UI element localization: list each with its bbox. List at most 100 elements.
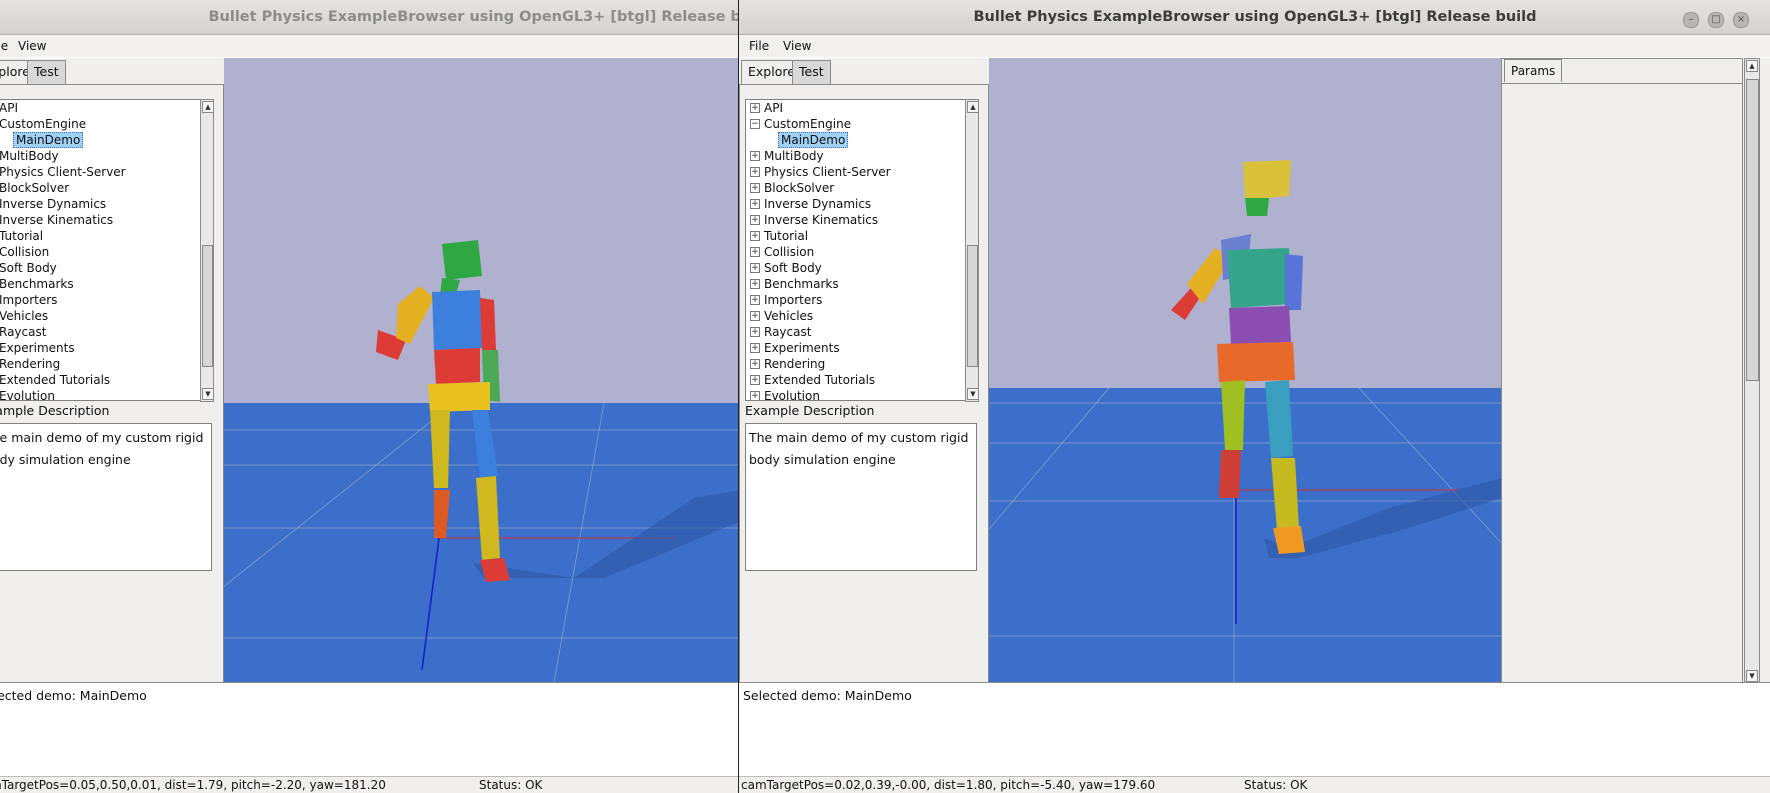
tree-item-label: Extended Tutorials (0, 373, 111, 387)
tree-item-raycast[interactable]: + Raycast (0, 324, 205, 340)
expand-icon[interactable]: + (750, 183, 760, 193)
expand-icon[interactable]: + (750, 391, 760, 400)
close-icon[interactable]: × (1733, 12, 1749, 28)
maximize-icon[interactable]: □ (1707, 12, 1724, 28)
tree-item-tutorial[interactable]: + Tutorial (0, 228, 205, 244)
tree-item-label: Tutorial (0, 229, 44, 243)
tree-item-collision[interactable]: + Collision (0, 244, 205, 260)
tree-item-inverse-dynamics[interactable]: + Inverse Dynamics (0, 196, 205, 212)
tree-item-label: MultiBody (0, 149, 59, 163)
tree-item-main-demo[interactable]: MainDemo (0, 132, 205, 148)
tree-item-block-solver[interactable]: + BlockSolver (746, 180, 970, 196)
tab-params[interactable]: Params (1504, 59, 1563, 82)
tree-item-multibody[interactable]: + MultiBody (0, 148, 205, 164)
tree-item-label: Rendering (0, 357, 61, 371)
expand-icon[interactable]: + (750, 151, 760, 161)
tree-scrollbar[interactable]: ▲ ▼ (200, 99, 214, 402)
tree-item-collision[interactable]: + Collision (746, 244, 970, 260)
scroll-thumb[interactable] (1746, 79, 1759, 381)
scroll-down-arrow-icon[interactable]: ▼ (967, 388, 979, 400)
scroll-down-arrow-icon[interactable]: ▼ (1746, 670, 1758, 682)
description-box: The main demo of my custom rigid body si… (0, 423, 212, 571)
tree-item-inverse-kinematics[interactable]: + Inverse Kinematics (0, 212, 205, 228)
scroll-up-arrow-icon[interactable]: ▲ (1746, 60, 1758, 72)
tree-item-experiments[interactable]: + Experiments (0, 340, 205, 356)
title-bar[interactable]: Bullet Physics ExampleBrowser using Open… (739, 0, 1770, 35)
tree-item-label: API (764, 101, 783, 115)
tree-item-extended-tutorials[interactable]: + Extended Tutorials (0, 372, 205, 388)
example-tree[interactable]: + API − CustomEngine MainDemo + MultiBod… (745, 99, 971, 401)
tree-item-experiments[interactable]: + Experiments (746, 340, 970, 356)
scroll-thumb[interactable] (967, 245, 978, 367)
tree-item-benchmarks[interactable]: + Benchmarks (0, 276, 205, 292)
tree-item-evolution[interactable]: + Evolution (0, 388, 205, 401)
tree-item-soft-body[interactable]: + Soft Body (746, 260, 970, 276)
tree-item-block-solver[interactable]: + BlockSolver (0, 180, 205, 196)
scroll-thumb[interactable] (202, 245, 213, 367)
tree-item-tutorial[interactable]: + Tutorial (746, 228, 970, 244)
expand-icon[interactable]: + (750, 375, 760, 385)
expand-icon[interactable]: + (750, 167, 760, 177)
tree-item-main-demo[interactable]: MainDemo (746, 132, 970, 148)
tree-item-extended-tutorials[interactable]: + Extended Tutorials (746, 372, 970, 388)
tree-scrollbar[interactable]: ▲ ▼ (965, 99, 979, 402)
expand-icon[interactable]: + (750, 231, 760, 241)
expand-icon[interactable]: + (750, 279, 760, 289)
tree-item-api[interactable]: + API (746, 100, 970, 116)
example-browser-window-background[interactable]: Bullet Physics ExampleBrowser using Open… (0, 0, 738, 793)
collapse-icon[interactable]: − (750, 119, 760, 129)
expand-icon[interactable]: + (750, 247, 760, 257)
tree-item-label: Evolution (0, 389, 55, 401)
tree-item-vehicles[interactable]: + Vehicles (746, 308, 970, 324)
tree-item-custom-engine[interactable]: − CustomEngine (0, 116, 205, 132)
tree-item-api[interactable]: + API (0, 100, 205, 116)
tree-item-label: Experiments (0, 341, 75, 355)
tree-item-importers[interactable]: + Importers (0, 292, 205, 308)
expand-icon[interactable]: + (750, 103, 760, 113)
expand-icon[interactable]: + (750, 199, 760, 209)
tree-item-rendering[interactable]: + Rendering (746, 356, 970, 372)
scroll-up-arrow-icon[interactable]: ▲ (967, 101, 979, 113)
tab-test[interactable]: Test (27, 60, 66, 84)
title-bar[interactable]: Bullet Physics ExampleBrowser using Open… (0, 0, 738, 35)
scroll-up-arrow-icon[interactable]: ▲ (202, 101, 214, 113)
expand-icon[interactable]: + (750, 343, 760, 353)
expand-icon[interactable]: + (750, 327, 760, 337)
tree-item-multibody[interactable]: + MultiBody (746, 148, 970, 164)
menu-file[interactable]: File (749, 39, 769, 53)
example-tree[interactable]: + API − CustomEngine MainDemo + MultiBod… (0, 99, 206, 401)
tree-item-custom-engine[interactable]: − CustomEngine (746, 116, 970, 132)
menu-file[interactable]: File (0, 39, 8, 53)
tab-test[interactable]: Test (792, 60, 831, 84)
params-scrollbar[interactable]: ▲ ▼ (1744, 58, 1760, 684)
tree-item-benchmarks[interactable]: + Benchmarks (746, 276, 970, 292)
tree-item-importers[interactable]: + Importers (746, 292, 970, 308)
expand-icon[interactable]: + (750, 359, 760, 369)
expand-icon[interactable]: + (750, 263, 760, 273)
tree-item-inverse-kinematics[interactable]: + Inverse Kinematics (746, 212, 970, 228)
tree-item-physics-client-server[interactable]: + Physics Client-Server (0, 164, 205, 180)
minimize-icon[interactable]: – (1682, 12, 1699, 28)
tree-item-physics-client-server[interactable]: + Physics Client-Server (746, 164, 970, 180)
scroll-down-arrow-icon[interactable]: ▼ (202, 388, 214, 400)
tree-item-vehicles[interactable]: + Vehicles (0, 308, 205, 324)
menu-view[interactable]: View (783, 39, 811, 53)
menu-view[interactable]: View (18, 39, 46, 53)
tree-item-label: Tutorial (764, 229, 809, 243)
tree-item-label: Soft Body (0, 261, 57, 275)
opengl-viewport[interactable] (224, 58, 738, 682)
tree-item-inverse-dynamics[interactable]: + Inverse Dynamics (746, 196, 970, 212)
expand-icon[interactable]: + (750, 311, 760, 321)
tree-item-evolution[interactable]: + Evolution (746, 388, 970, 400)
tree-item-label: Importers (0, 293, 58, 307)
expand-icon[interactable]: + (750, 215, 760, 225)
expand-icon[interactable]: + (750, 295, 760, 305)
tree-item-rendering[interactable]: + Rendering (0, 356, 205, 372)
menu-bar: File View (739, 35, 1770, 58)
opengl-viewport[interactable] (989, 58, 1501, 682)
tree-item-soft-body[interactable]: + Soft Body (0, 260, 205, 276)
tree-item-label-selected: MainDemo (778, 132, 849, 148)
tree-item-label: Extended Tutorials (764, 373, 876, 387)
tree-item-raycast[interactable]: + Raycast (746, 324, 970, 340)
example-browser-window[interactable]: Bullet Physics ExampleBrowser using Open… (738, 0, 1770, 793)
